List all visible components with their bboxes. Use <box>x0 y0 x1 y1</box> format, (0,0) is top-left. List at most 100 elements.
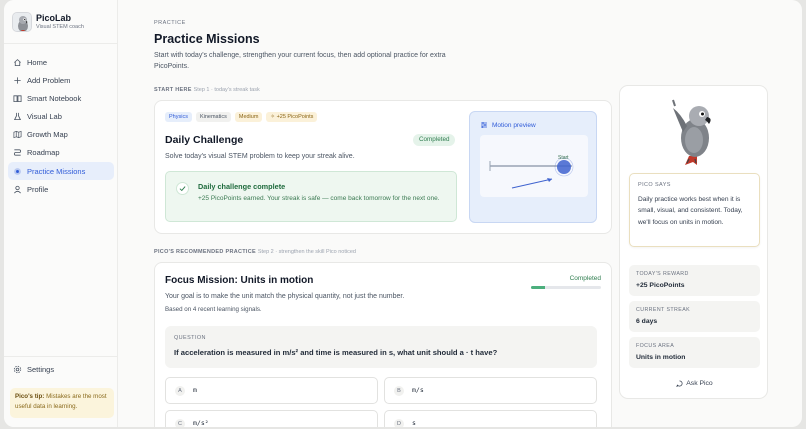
stat-value: Units in motion <box>636 354 686 361</box>
sidebar-item-growth-map[interactable]: Growth Map <box>8 126 114 144</box>
daily-challenge-title: Daily Challenge <box>165 134 244 146</box>
option-letter: D <box>394 419 404 427</box>
tag-points-label: +25 PicoPoints <box>276 114 314 120</box>
answer-option-a[interactable]: A m <box>165 377 378 404</box>
parrot-mascot-icon <box>667 96 723 166</box>
answer-option-b[interactable]: B m/s <box>384 377 597 404</box>
section-title: PICO'S RECOMMENDED PRACTICE <box>154 249 256 255</box>
stat-current-streak: CURRENT STREAK 6 days <box>629 301 760 332</box>
pico-says-label: PICO SAYS <box>638 182 671 188</box>
status-badge: Completed <box>413 134 456 146</box>
user-icon <box>12 184 22 194</box>
preview-header: Motion preview <box>480 121 536 129</box>
tag-difficulty: Medium <box>234 112 263 122</box>
focus-progress-bar <box>531 286 601 289</box>
focus-status: Completed <box>569 275 601 282</box>
option-letter: B <box>394 386 404 396</box>
question-text: If acceleration is measured in m/s² and … <box>174 348 498 357</box>
parrot-logo-icon <box>12 12 32 32</box>
map-icon <box>12 130 22 140</box>
success-banner: Daily challenge complete +25 PicoPoints … <box>165 171 457 222</box>
focus-description: Your goal is to make the unit match the … <box>165 293 405 300</box>
sidebar-item-label: Home <box>27 57 48 67</box>
divider <box>4 356 118 357</box>
pico-says-bubble: PICO SAYS Daily practice works best when… <box>629 173 760 247</box>
home-icon <box>12 57 22 67</box>
divider <box>4 43 118 44</box>
tag-physics: Physics <box>165 112 192 122</box>
answer-option-d[interactable]: D s <box>384 410 597 427</box>
tag-points: ✧ +25 PicoPoints <box>266 112 318 122</box>
success-title: Daily challenge complete <box>198 182 286 191</box>
app-window: PicoLab Visual STEM coach Home Add Probl… <box>4 0 802 427</box>
option-text: s <box>412 419 416 427</box>
sidebar-item-label: Smart Notebook <box>27 93 82 103</box>
sidebar-item-visual-lab[interactable]: Visual Lab <box>8 108 114 126</box>
flask-icon <box>12 112 22 122</box>
ask-pico-button[interactable]: Ask Pico <box>620 380 769 387</box>
section-label-start-here: START HERE Step 1 · today's streak task <box>154 87 260 93</box>
option-letter: C <box>175 419 185 427</box>
sidebar-item-home[interactable]: Home <box>8 53 114 71</box>
stat-value: +25 PicoPoints <box>636 282 685 289</box>
sidebar: PicoLab Visual STEM coach Home Add Probl… <box>4 0 118 427</box>
stat-label: FOCUS AREA <box>636 343 675 349</box>
stat-todays-reward: TODAY'S REWARD +25 PicoPoints <box>629 265 760 296</box>
check-icon <box>176 182 189 195</box>
sidebar-item-label: Roadmap <box>27 148 60 158</box>
plus-icon <box>12 75 22 85</box>
tag-list: Physics Kinematics Medium ✧ +25 PicoPoin… <box>165 112 321 122</box>
sidebar-nav: Home Add Problem Smart Notebook Visual L… <box>8 53 114 199</box>
page-title: Practice Missions <box>154 32 260 46</box>
section-title: START HERE <box>154 87 192 93</box>
success-text: +25 PicoPoints earned. Your streak is sa… <box>198 195 440 202</box>
daily-challenge-card: Physics Kinematics Medium ✧ +25 PicoPoin… <box>154 100 612 234</box>
pico-tip: Pico's tip: Mistakes are the most useful… <box>10 388 114 418</box>
progress-fill <box>531 286 545 289</box>
preview-title: Motion preview <box>492 121 536 129</box>
sidebar-item-label: Settings <box>27 364 55 374</box>
pico-panel: PICO SAYS Daily practice works best when… <box>619 85 768 399</box>
sidebar-item-roadmap[interactable]: Roadmap <box>8 144 114 162</box>
answer-option-c[interactable]: C m/s² <box>165 410 378 427</box>
question-box: QUESTION If acceleration is measured in … <box>165 326 597 368</box>
sliders-icon <box>481 122 487 128</box>
roadmap-icon <box>12 148 22 158</box>
tip-title: Pico's tip: <box>15 393 45 400</box>
section-step: Step 1 · today's streak task <box>193 87 260 93</box>
daily-challenge-description: Solve today's visual STEM problem to kee… <box>165 153 355 160</box>
sidebar-item-settings[interactable]: Settings <box>12 364 54 374</box>
book-icon <box>12 93 22 103</box>
page-subtitle: Start with today's challenge, strengthen… <box>154 52 446 70</box>
option-text: m <box>193 386 197 394</box>
option-letter: A <box>175 386 185 396</box>
stat-label: TODAY'S REWARD <box>636 271 689 277</box>
preview-start-label: Start <box>558 155 569 161</box>
brand-name: PicoLab <box>36 13 72 23</box>
sidebar-item-label: Profile <box>27 184 49 194</box>
target-icon <box>12 166 22 176</box>
section-label-recommended: PICO'S RECOMMENDED PRACTICE Step 2 · str… <box>154 249 356 255</box>
focus-meta: Based on 4 recent learning signals. <box>165 306 262 313</box>
sidebar-item-profile[interactable]: Profile <box>8 180 114 198</box>
chat-bubble-icon <box>676 380 683 387</box>
focus-mission-card: Focus Mission: Units in motion Completed… <box>154 262 612 427</box>
pico-says-text: Daily practice works best when it is sma… <box>638 196 743 226</box>
motion-preview[interactable]: Motion preview Start <box>469 111 597 223</box>
brand-subtitle: Visual STEM coach <box>36 24 84 30</box>
stat-focus-area: FOCUS AREA Units in motion <box>629 337 760 368</box>
option-text: m/s² <box>193 419 209 427</box>
stat-value: 6 days <box>636 318 658 325</box>
section-step: Step 2 · strengthen the skill Pico notic… <box>257 249 356 255</box>
sidebar-item-practice-missions[interactable]: Practice Missions <box>8 162 114 181</box>
brand[interactable]: PicoLab Visual STEM coach <box>12 12 112 36</box>
sidebar-item-label: Visual Lab <box>27 112 62 122</box>
motion-preview-canvas: Start <box>480 135 588 197</box>
tag-kinematics: Kinematics <box>195 112 231 122</box>
sidebar-item-label: Practice Missions <box>27 166 86 176</box>
sidebar-item-smart-notebook[interactable]: Smart Notebook <box>8 89 114 107</box>
option-text: m/s <box>412 386 424 394</box>
gear-icon <box>12 364 22 374</box>
page-eyebrow: PRACTICE <box>154 20 186 26</box>
sidebar-item-add-problem[interactable]: Add Problem <box>8 71 114 89</box>
